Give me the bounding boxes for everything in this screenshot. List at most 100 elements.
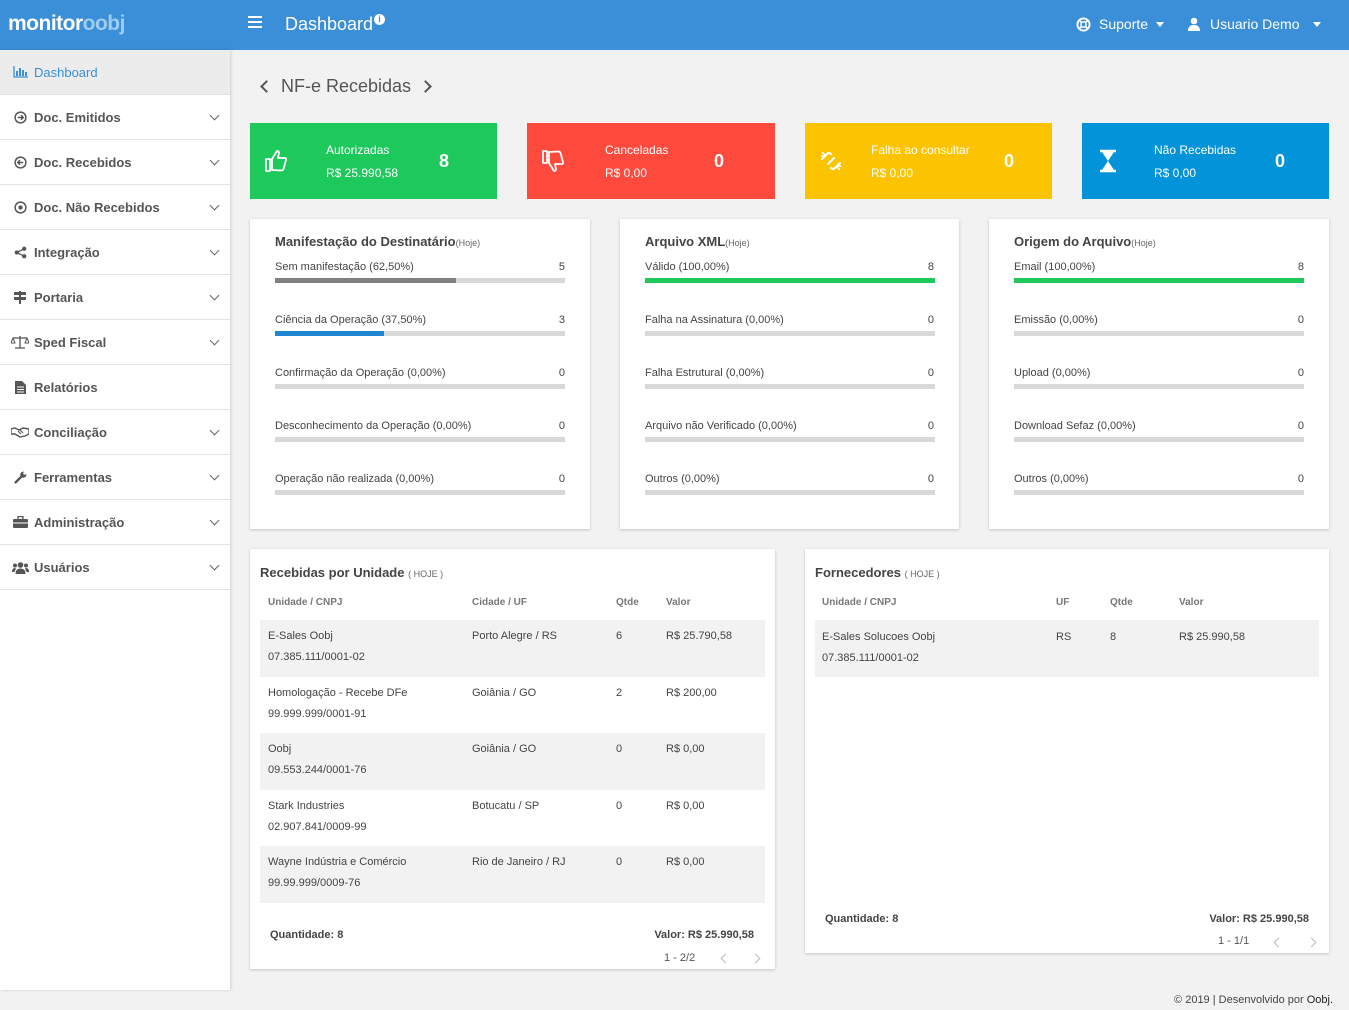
chevron-down-icon	[209, 470, 220, 481]
sidebar-item-sped-fiscal[interactable]: Sped Fiscal	[0, 320, 230, 365]
footer-brand-link[interactable]: Oobj.	[1307, 994, 1333, 1006]
row-cidade: Porto Alegre / RS	[472, 630, 557, 642]
thumbs-down-icon	[542, 150, 565, 172]
sidebar-item-label: Ferramentas	[34, 469, 113, 485]
column-header[interactable]: Valor	[1179, 597, 1203, 608]
tile-value: R$ 25.990,58	[326, 166, 399, 180]
broken-link-icon	[820, 151, 842, 171]
progress-bar	[275, 278, 565, 283]
sidebar-item-relatorios[interactable]: Relatórios	[0, 365, 230, 410]
sidebar-item-label: Relatórios	[34, 379, 98, 395]
caret-down-icon	[1156, 21, 1165, 27]
tile-autorizadas[interactable]: Autorizadas R$ 25.990,58 8	[250, 123, 497, 199]
stat-row-label: Válido (100,00%)	[645, 261, 730, 273]
progress-fill	[275, 331, 384, 336]
tile-canceladas[interactable]: Canceladas R$ 0,00 0	[527, 123, 775, 199]
caret-down-icon	[1313, 21, 1322, 27]
sidebar-item-integracao[interactable]: Integração	[0, 230, 230, 275]
chevron-left-icon[interactable]	[260, 80, 273, 93]
progress-bar	[1014, 331, 1304, 336]
progress-bar	[645, 278, 935, 283]
support-menu[interactable]: Suporte	[1076, 16, 1165, 32]
progress-fill	[1014, 278, 1304, 283]
progress-bar	[645, 437, 935, 442]
column-header[interactable]: Valor	[666, 597, 690, 608]
share-icon	[10, 246, 30, 259]
row-unidade: E-Sales Oobj 07.385.111/0001-02	[268, 630, 365, 663]
user-icon	[1188, 17, 1200, 31]
menu-toggle-icon[interactable]	[248, 16, 262, 30]
table-row[interactable]: E-Sales Oobj 07.385.111/0001-02 Porto Aleg…	[260, 620, 765, 677]
row-valor: R$ 0,00	[666, 799, 705, 812]
sidebar-item-dashboard[interactable]: Dashboard	[0, 50, 230, 95]
total-valor: Valor: R$ 25.990,58	[654, 929, 754, 941]
tile-falha-consultar[interactable]: Falha ao consultar R$ 0,00 0	[805, 123, 1052, 199]
handshake-icon	[10, 426, 30, 438]
user-menu[interactable]: Usuario Demo	[1188, 16, 1322, 32]
progress-bar	[1014, 384, 1304, 389]
hourglass-icon	[1100, 149, 1116, 173]
sidebar-item-administracao[interactable]: Administração	[0, 500, 230, 545]
tile-nao-recebidas[interactable]: Não Recebidas R$ 0,00 0	[1082, 123, 1329, 199]
row-uf: RS	[1056, 631, 1072, 643]
sidebar-item-ferramentas[interactable]: Ferramentas	[0, 455, 230, 500]
column-header[interactable]: Qtde	[1110, 597, 1133, 608]
chevron-down-icon	[209, 425, 220, 436]
card-manifestacao: Manifestação do Destinatário(Hoje) Sem m…	[250, 219, 590, 529]
sidebar-item-portaria[interactable]: Portaria	[0, 275, 230, 320]
info-icon[interactable]: i	[374, 14, 386, 25]
sidebar-item-doc-recebidos[interactable]: Doc. Recebidos	[0, 140, 230, 185]
sidebar-item-conciliacao[interactable]: Conciliação	[0, 410, 230, 455]
sidebar: Dashboard Doc. Emitidos Doc. Recebidos D…	[0, 50, 230, 990]
table-row[interactable]: Wayne Indústria e Comércio 99.99.999/0009…	[260, 846, 765, 903]
sidebar-item-doc-emitidos[interactable]: Doc. Emitidos	[0, 95, 230, 140]
row-unidade: Wayne Indústria e Comércio 99.99.999/0009…	[268, 856, 407, 889]
row-qtde: 2	[616, 686, 623, 699]
user-name: Usuario Demo	[1210, 16, 1300, 32]
chevron-down-icon	[209, 335, 220, 346]
column-header[interactable]: UF	[1056, 597, 1069, 608]
column-header[interactable]: Qtde	[616, 597, 639, 608]
table-row[interactable]: E-Sales Solucoes Oobj 07.385.111/0001-02 …	[815, 620, 1319, 677]
progress-bar	[275, 331, 565, 336]
page-title: Dashboard i	[285, 14, 386, 35]
table-row[interactable]: Oobj 09.553.244/0001-76 Goiânia / GO 0 R$ 0,…	[260, 733, 765, 790]
tile-count: 0	[1275, 151, 1286, 171]
column-header[interactable]: Cidade / UF	[472, 597, 527, 608]
table-row[interactable]: Homologação - Recebe DFe 99.999.999/0001-…	[260, 677, 765, 734]
sidebar-item-label: Administração	[34, 514, 125, 530]
column-header[interactable]: Unidade / CNPJ	[268, 597, 342, 608]
card-fornecedores: Fornecedores ( HOJE ) Unidade / CNPJ UF …	[805, 549, 1329, 953]
table-row[interactable]: Stark Industries 02.907.841/0009-99 Botuca…	[260, 790, 765, 847]
stat-row-label: Email (100,00%)	[1014, 261, 1096, 273]
progress-bar	[1014, 278, 1304, 283]
stat-row-label: Download Sefaz (0,00%)	[1014, 420, 1136, 432]
chevron-right-icon[interactable]	[419, 80, 432, 93]
row-cidade: Goiânia / GO	[472, 686, 537, 699]
progress-fill	[275, 278, 457, 283]
top-navbar: monitoroobj Dashboard i Suporte Usuario D…	[0, 0, 1349, 50]
breadcrumb: NF-e Recebidas	[260, 76, 432, 97]
row-valor: R$ 0,00	[666, 856, 705, 868]
next-page-icon[interactable]	[1306, 937, 1317, 948]
stat-row-value: 0	[1297, 314, 1304, 326]
sidebar-item-doc-nao-recebidos[interactable]: Doc. Não Recebidos	[0, 185, 230, 230]
stat-row-label: Arquivo não Verificado (0,00%)	[645, 420, 797, 432]
sidebar-item-usuarios[interactable]: Usuários	[0, 545, 230, 590]
tile-count: 0	[714, 151, 725, 171]
row-qtde: 0	[616, 799, 623, 812]
brand-logo[interactable]: monitoroobj	[8, 12, 125, 36]
stat-row-value: 5	[558, 261, 565, 273]
stat-row-label: Operação não realizada (0,00%)	[275, 473, 434, 485]
progress-bar	[275, 490, 565, 495]
column-header[interactable]: Unidade / CNPJ	[822, 597, 896, 608]
support-label: Suporte	[1099, 16, 1149, 32]
prev-page-icon[interactable]	[1273, 937, 1284, 948]
card-arquivo-xml: Arquivo XML(Hoje) Válido (100,00%) 8 Falha…	[620, 219, 959, 529]
sidebar-item-label: Conciliação	[34, 424, 107, 440]
prev-page-icon[interactable]	[720, 953, 731, 964]
stat-row-label: Outros (0,00%)	[645, 473, 720, 485]
row-valor: R$ 25.790,58	[666, 630, 733, 642]
next-page-icon[interactable]	[750, 953, 761, 964]
sidebar-item-label: Portaria	[34, 289, 84, 305]
